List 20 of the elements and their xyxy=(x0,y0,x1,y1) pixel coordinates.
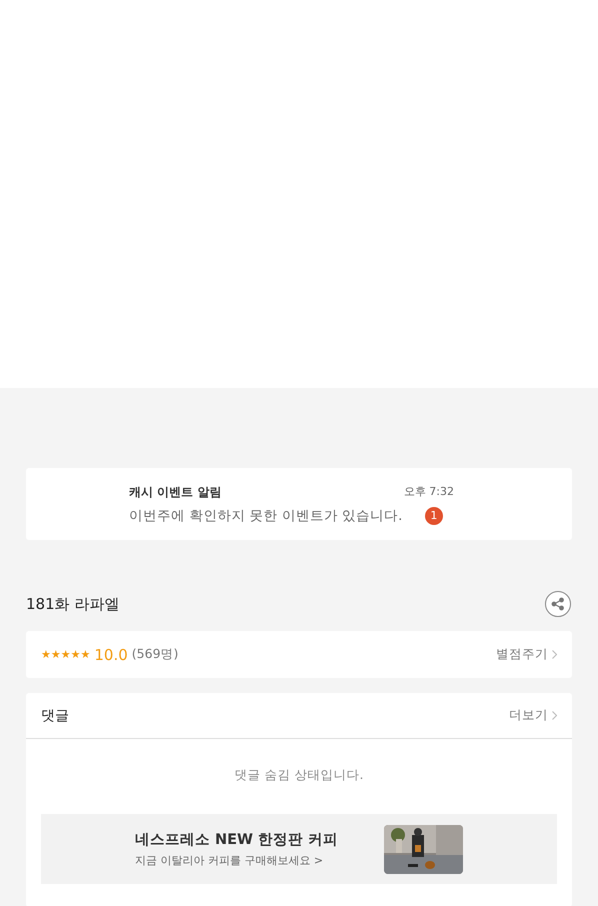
notification-message: 이번주에 확인하지 못한 이벤트가 있습니다. xyxy=(129,506,402,524)
share-button[interactable] xyxy=(545,591,571,617)
notification-title: 캐시 이벤트 알림 xyxy=(129,484,222,500)
star-rating: ★★★★★ xyxy=(41,648,90,661)
chevron-right-icon xyxy=(552,711,557,720)
share-icon xyxy=(551,597,565,611)
comments-title: 댓글 xyxy=(41,706,69,724)
ad-subline: 지금 이탈리아 커피를 구매해보세요 > xyxy=(134,853,324,868)
notification-time: 오후 7:32 xyxy=(404,484,454,498)
comments-status: 댓글 숨김 상태입니다. xyxy=(234,767,364,784)
unread-badge: 1 xyxy=(424,506,443,524)
rate-link[interactable]: 별점주기 xyxy=(496,646,557,663)
notification-card[interactable]: 캐시 이벤트 알림 이번주에 확인하지 못한 이벤트가 있습니다. 오후 7:32 1 xyxy=(26,468,572,540)
episode-title: 181화 라파엘 xyxy=(26,594,120,614)
rating-score: 10.0 xyxy=(94,646,128,664)
ad-headline: 네스프레소 NEW 한정판 커피 xyxy=(134,831,338,849)
more-link[interactable]: 더보기 xyxy=(509,707,557,724)
ad-banner[interactable]: 네스프레소 NEW 한정판 커피 지금 이탈리아 커피를 구매해보세요 > xyxy=(41,814,557,884)
rating-count: (569명) xyxy=(132,646,178,663)
chevron-right-icon xyxy=(552,650,557,659)
